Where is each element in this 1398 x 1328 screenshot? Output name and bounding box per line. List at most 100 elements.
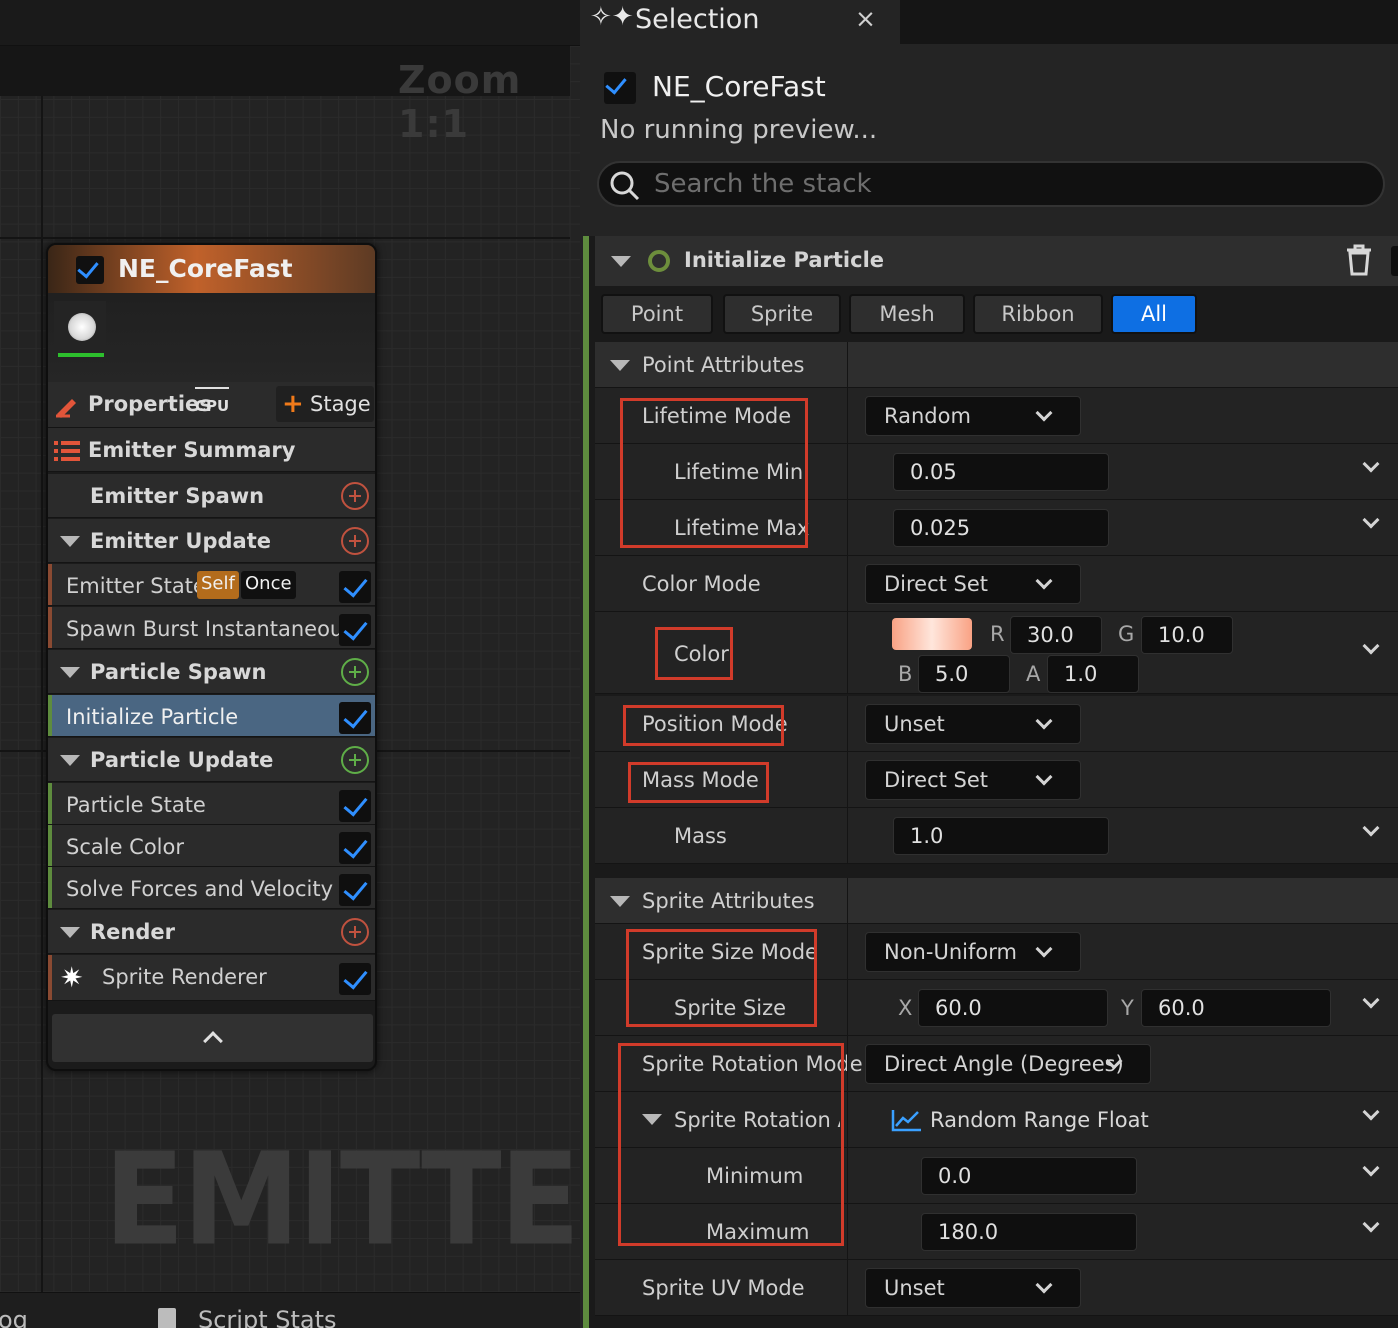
property-label: Sprite UV Mode bbox=[642, 1276, 805, 1300]
properties-row[interactable]: Properties CPU + Stage bbox=[48, 382, 375, 428]
sprite-size-mode-dropdown[interactable]: Non-Uniform bbox=[865, 932, 1081, 972]
stage-button[interactable]: + Stage bbox=[276, 386, 374, 422]
dynamic-input-label[interactable]: Random Range Float bbox=[930, 1108, 1149, 1132]
scale-color-row[interactable]: Scale Color bbox=[48, 825, 375, 867]
module-title: Initialize Particle bbox=[684, 248, 885, 272]
chevron-down-icon[interactable] bbox=[1362, 991, 1380, 1009]
particle-state-row[interactable]: Particle State bbox=[48, 783, 375, 825]
selection-enable-checkbox[interactable] bbox=[604, 72, 636, 104]
mass-mode-dropdown[interactable]: Direct Set bbox=[865, 760, 1081, 800]
initialize-particle-row[interactable]: Initialize Particle bbox=[48, 695, 375, 737]
chevron-down-icon bbox=[1035, 404, 1053, 422]
add-module-button[interactable] bbox=[341, 658, 369, 686]
solve-forces-row[interactable]: Solve Forces and Velocity bbox=[48, 867, 375, 909]
node-header[interactable]: NE_CoreFast bbox=[48, 245, 375, 293]
collapse-arrow-icon[interactable] bbox=[60, 755, 80, 766]
point-attributes-section[interactable]: Point Attributes bbox=[595, 342, 1398, 388]
mass-field[interactable]: 1.0 bbox=[893, 817, 1109, 855]
filter-sprite-button[interactable]: Sprite bbox=[723, 294, 841, 334]
sparkles-icon: ✧✦ bbox=[590, 2, 634, 32]
sprite-size-y-field[interactable]: 60.0 bbox=[1141, 989, 1331, 1027]
color-r-field[interactable]: 30.0 bbox=[1010, 616, 1102, 654]
row-label: Emitter State bbox=[66, 574, 206, 598]
chevron-down-icon[interactable] bbox=[1362, 1159, 1380, 1177]
module-enable-checkbox[interactable] bbox=[339, 790, 371, 822]
chevron-down-icon[interactable] bbox=[1362, 819, 1380, 837]
emitter-state-row[interactable]: Emitter State Self Once bbox=[48, 564, 375, 606]
particle-spawn-row[interactable]: Particle Spawn bbox=[48, 650, 375, 694]
chevron-down-icon[interactable] bbox=[1362, 455, 1380, 473]
row-label: Spawn Burst Instantaneous bbox=[66, 617, 355, 641]
filter-ribbon-button[interactable]: Ribbon bbox=[973, 294, 1103, 334]
emitter-update-row[interactable]: Emitter Update bbox=[48, 519, 375, 563]
color-swatch[interactable] bbox=[892, 618, 972, 650]
collapse-arrow-icon[interactable] bbox=[610, 896, 630, 907]
chevron-down-icon[interactable] bbox=[1362, 1103, 1380, 1121]
emitter-summary-row[interactable]: Emitter Summary bbox=[48, 428, 375, 472]
particle-update-row[interactable]: Particle Update bbox=[48, 738, 375, 782]
color-b-field[interactable]: 5.0 bbox=[918, 655, 1010, 693]
emitter-graph-canvas[interactable]: Zoom 1:1 EMITTER og Script Stats NE_Core… bbox=[0, 0, 580, 1328]
close-icon[interactable]: × bbox=[855, 4, 876, 33]
highlight-box bbox=[655, 627, 733, 680]
script-stats-tab[interactable]: Script Stats bbox=[158, 1306, 337, 1328]
row-label: Initialize Particle bbox=[66, 705, 239, 729]
filter-all-button[interactable]: All bbox=[1111, 294, 1197, 334]
collapse-node-button[interactable] bbox=[52, 1014, 373, 1062]
add-module-button[interactable] bbox=[341, 746, 369, 774]
color-g-field[interactable]: 10.0 bbox=[1141, 616, 1233, 654]
lifetime-mode-dropdown[interactable]: Random bbox=[865, 396, 1081, 436]
node-enable-checkbox[interactable] bbox=[76, 256, 104, 284]
add-module-button[interactable] bbox=[341, 482, 369, 510]
minimum-field[interactable]: 0.0 bbox=[921, 1157, 1137, 1195]
y-label: Y bbox=[1121, 996, 1134, 1020]
position-mode-dropdown[interactable]: Unset bbox=[865, 704, 1081, 744]
chevron-down-icon[interactable] bbox=[1362, 511, 1380, 529]
collapse-arrow-icon[interactable] bbox=[60, 536, 80, 547]
row-label: Scale Color bbox=[66, 835, 185, 859]
spawn-burst-row[interactable]: Spawn Burst Instantaneous bbox=[48, 607, 375, 649]
sprite-attributes-section[interactable]: Sprite Attributes bbox=[595, 878, 1398, 924]
maximum-field[interactable]: 180.0 bbox=[921, 1213, 1137, 1251]
color-a-field[interactable]: 1.0 bbox=[1047, 655, 1139, 693]
sprite-size-x-field[interactable]: 60.0 bbox=[918, 989, 1108, 1027]
lifetime-max-field[interactable]: 0.025 bbox=[893, 509, 1109, 547]
filter-point-button[interactable]: Point bbox=[601, 294, 713, 334]
sprite-uv-mode-row: Sprite UV Mode Unset bbox=[595, 1260, 1398, 1316]
module-enable-checkbox[interactable] bbox=[339, 571, 371, 603]
filter-mesh-button[interactable]: Mesh bbox=[849, 294, 965, 334]
lifetime-min-field[interactable]: 0.05 bbox=[893, 453, 1109, 491]
module-enable-checkbox[interactable] bbox=[339, 874, 371, 906]
emitter-node[interactable]: NE_CoreFast Properties CPU + Stage Emitt… bbox=[46, 243, 377, 1071]
chevron-down-icon[interactable] bbox=[1362, 1215, 1380, 1233]
collapse-arrow-icon[interactable] bbox=[60, 667, 80, 678]
module-enable-checkbox[interactable] bbox=[339, 614, 371, 646]
emitter-watermark: EMITTER bbox=[104, 1124, 580, 1274]
emitter-thumbnail[interactable] bbox=[54, 301, 106, 361]
column-divider bbox=[847, 612, 848, 693]
emitter-spawn-row[interactable]: Emitter Spawn bbox=[48, 474, 375, 518]
module-enable-checkbox[interactable] bbox=[339, 832, 371, 864]
add-module-button[interactable] bbox=[341, 527, 369, 555]
r-label: R bbox=[990, 622, 1005, 646]
column-divider bbox=[847, 1260, 848, 1315]
add-renderer-button[interactable] bbox=[341, 918, 369, 946]
sprite-renderer-row[interactable]: ✷ Sprite Renderer bbox=[48, 955, 375, 1001]
render-row[interactable]: Render bbox=[48, 910, 375, 954]
module-enable-checkbox[interactable] bbox=[339, 702, 371, 734]
trash-icon[interactable] bbox=[1345, 244, 1373, 280]
chevron-down-icon[interactable] bbox=[1362, 637, 1380, 655]
module-header[interactable]: Initialize Particle bbox=[595, 236, 1398, 286]
collapse-arrow-icon[interactable] bbox=[611, 256, 631, 267]
sprite-rotation-mode-dropdown[interactable]: Direct Angle (Degrees) bbox=[865, 1044, 1151, 1084]
color-mode-dropdown[interactable]: Direct Set bbox=[865, 564, 1081, 604]
module-enable-checkbox[interactable] bbox=[1391, 246, 1398, 276]
sprite-uv-mode-dropdown[interactable]: Unset bbox=[865, 1268, 1081, 1308]
selection-tab[interactable]: ✧✦ Selection × bbox=[580, 0, 900, 44]
search-input[interactable]: Search the stack bbox=[597, 161, 1385, 207]
collapse-arrow-icon[interactable] bbox=[610, 360, 630, 371]
module-enable-checkbox[interactable] bbox=[339, 963, 371, 995]
log-tab[interactable]: og bbox=[0, 1306, 28, 1328]
collapse-arrow-icon[interactable] bbox=[60, 927, 80, 938]
thumbnail-status-bar bbox=[58, 353, 104, 357]
